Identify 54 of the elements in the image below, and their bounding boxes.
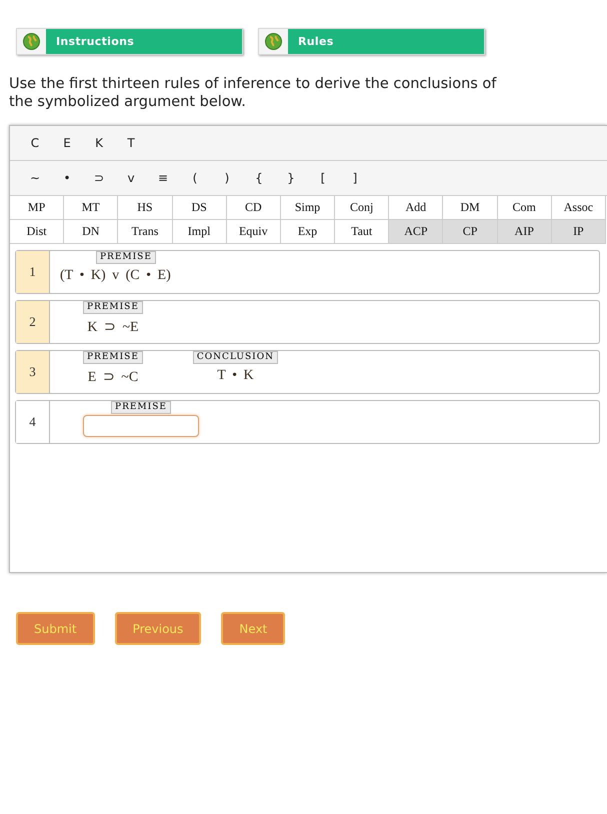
symbol-key[interactable]: {	[243, 171, 275, 185]
instructions-text: Use the first thirteen rules of inference to derive the conclusions of the symbolized argument below.	[9, 75, 498, 111]
rule-button[interactable]: Simp	[280, 196, 336, 220]
rule-button[interactable]: DM	[443, 196, 498, 220]
conclusion-label: CONCLUSION	[192, 351, 278, 364]
line-number: 2	[16, 301, 50, 343]
symbol-key[interactable]: •	[51, 171, 83, 185]
rule-button[interactable]: AIP	[498, 220, 552, 244]
premise-label: PREMISE	[96, 251, 156, 264]
conclusion-formula: T • K	[217, 368, 254, 384]
line-number: 3	[16, 351, 50, 393]
rule-button[interactable]: ACP	[389, 220, 444, 244]
rule-button[interactable]: DS	[172, 196, 227, 220]
symbol-key[interactable]: )	[211, 171, 243, 185]
rule-button[interactable]: HS	[118, 196, 173, 220]
letter-key[interactable]: E	[51, 136, 83, 150]
symbol-key[interactable]: [	[307, 171, 339, 185]
symbol-key[interactable]: ⊃	[83, 171, 115, 185]
rule-button[interactable]: Exp	[280, 220, 336, 244]
formula: E ⊃ ~C	[88, 369, 138, 386]
globe-icon	[265, 33, 282, 50]
symbol-key[interactable]: ]	[339, 171, 371, 185]
rule-button[interactable]: DN	[64, 220, 118, 244]
rule-button[interactable]: Add	[389, 196, 444, 220]
symbol-key[interactable]: ~	[19, 171, 51, 185]
symbol-key[interactable]: ≡	[147, 171, 179, 185]
globe-icon	[23, 33, 40, 50]
line-number: 4	[16, 401, 50, 443]
rule-button[interactable]: Conj	[335, 196, 390, 220]
premise-label: PREMISE	[83, 351, 143, 364]
symbol-key[interactable]: v	[115, 171, 147, 185]
rule-button[interactable]: CD	[226, 196, 281, 220]
rule-button[interactable]: Impl	[172, 220, 227, 244]
rule-button[interactable]: MP	[10, 196, 64, 220]
formula: (T • K) v (C • E)	[60, 268, 171, 284]
letter-key[interactable]: K	[83, 136, 115, 150]
symbol-key[interactable]: }	[275, 171, 307, 185]
letter-key[interactable]: C	[19, 136, 51, 150]
rule-button[interactable]: IP	[552, 220, 606, 244]
formula: K ⊃ ~E	[87, 319, 139, 336]
rule-button[interactable]: Com	[498, 196, 552, 220]
line-number: 1	[16, 251, 50, 293]
premise-label: PREMISE	[111, 401, 171, 414]
rule-button[interactable]: Equiv	[226, 220, 281, 244]
letter-key[interactable]: T	[115, 136, 147, 150]
rule-button[interactable]: CP	[443, 220, 498, 244]
rule-button[interactable]: Trans	[118, 220, 173, 244]
rule-button[interactable]: MT	[64, 196, 118, 220]
rule-button[interactable]: Assoc	[552, 196, 606, 220]
symbol-key[interactable]: (	[179, 171, 211, 185]
formula-input[interactable]	[83, 415, 199, 437]
rule-button[interactable]: Dist	[10, 220, 64, 244]
rule-button[interactable]: Taut	[335, 220, 390, 244]
premise-label: PREMISE	[83, 301, 143, 314]
